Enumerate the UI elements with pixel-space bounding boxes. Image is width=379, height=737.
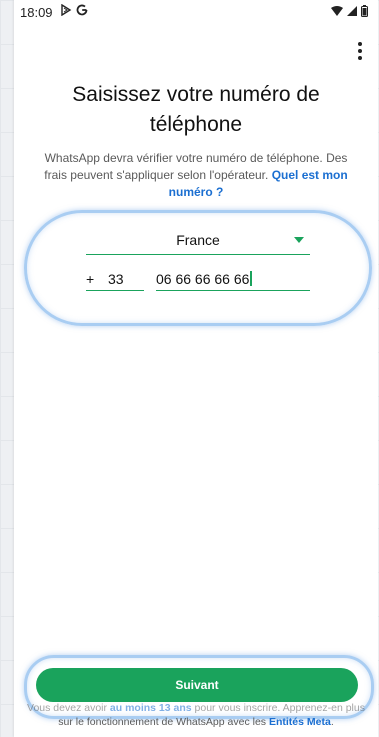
- footer-notice: Vous devez avoir au moins 13 ans pour vo…: [24, 702, 368, 729]
- text-cursor: [250, 271, 252, 286]
- next-button[interactable]: Suivant: [36, 668, 358, 702]
- page-title: Saisissez votre numéro de téléphone: [72, 83, 320, 136]
- plus-sign: +: [86, 271, 95, 287]
- play-protect-icon: [61, 4, 72, 16]
- dropdown-arrow-icon: [294, 237, 304, 243]
- country-code-field[interactable]: + 33: [86, 266, 144, 291]
- footer-line2: sur le fonctionnement de WhatsApp avec l…: [58, 716, 334, 728]
- status-icons-right: [331, 5, 368, 17]
- country-value: France: [176, 232, 220, 248]
- phone-number-value: 06 66 66 66 66: [156, 271, 252, 287]
- status-icons-left: [60, 4, 88, 16]
- status-time: 18:09: [20, 5, 53, 20]
- google-icon: [76, 4, 88, 16]
- battery-icon: [361, 5, 368, 17]
- status-bar: 18:09: [14, 0, 378, 26]
- country-select[interactable]: France: [86, 226, 310, 255]
- phone-number-field[interactable]: 06 66 66 66 66: [156, 266, 310, 291]
- phone-screen: 18:09 Saisissez votre numéro de téléphon…: [14, 0, 378, 737]
- country-code-value: 33: [108, 271, 124, 287]
- footer-line1: Vous devez avoir au moins 13 ans pour vo…: [27, 702, 365, 714]
- signal-icon: [347, 6, 357, 16]
- meta-entities-link[interactable]: Entités Meta: [269, 716, 331, 728]
- wifi-icon: [331, 6, 343, 16]
- subtitle: WhatsApp devra vérifier votre numéro de …: [34, 150, 358, 201]
- more-options-icon[interactable]: [352, 40, 368, 62]
